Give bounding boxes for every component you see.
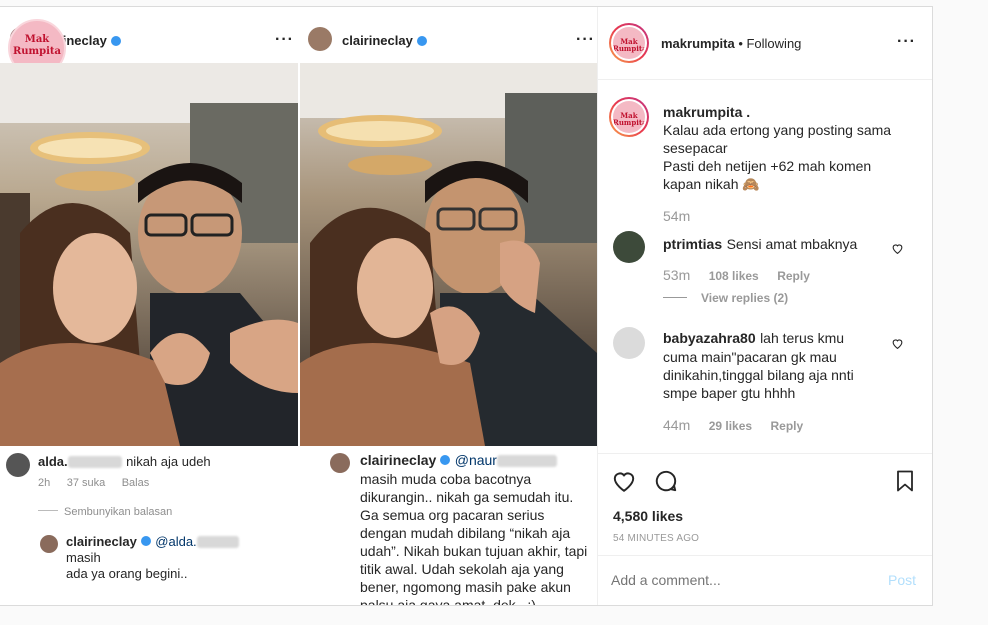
verified-icon (140, 535, 151, 546)
caption-avatar[interactable]: Mak Rumpita (609, 97, 649, 137)
caption: makrumpita . Kalau ada ertong yang posti… (663, 103, 913, 193)
alda-avatar (6, 453, 30, 477)
comment-alda-meta: 2h 37 suka Balas (38, 473, 149, 491)
comment-alda-user: alda. (38, 454, 68, 469)
hide-replies: Sembunyikan balasan (38, 502, 172, 520)
blurred-username (67, 455, 122, 468)
bookmark-icon[interactable] (893, 468, 917, 494)
post-comment-button[interactable]: Post (888, 572, 916, 588)
caption-line-2: sesepacar (663, 140, 728, 156)
comment-alda-text: nikah aja udeh (126, 454, 211, 469)
verified-icon (110, 35, 121, 46)
post-sidebar: Mak Rumpita makrumpita • Following ··· Ma… (597, 7, 932, 605)
comment-text-line: smpe baper gtu hhhh (663, 385, 796, 401)
clairineclay-reply-avatar (40, 535, 58, 553)
view-replies[interactable]: View replies (2) (663, 289, 788, 307)
comment-like-heart-icon[interactable] (891, 337, 904, 350)
add-comment-bar: Post (597, 555, 932, 606)
caption-line-4: kapan nikah 🙈 (663, 176, 760, 192)
mak-rumpita-logo: Mak Rumpita (613, 27, 645, 59)
blurred-username (196, 535, 239, 548)
comment-text-line: dinikahin,tinggal bilang aja nnti (663, 367, 854, 383)
header-separator: • (734, 36, 747, 51)
caption-time: 54m (663, 208, 691, 224)
right-couple-photo (300, 63, 597, 446)
following-button[interactable]: Following (746, 36, 801, 51)
comment-babyazahra80-meta: 44m 29 likes Reply (663, 417, 803, 435)
post-image: clairineclay ··· Mak Rumpita alda. nikah… (0, 7, 598, 605)
comment-babyazahra80-user[interactable]: babyazahra80 (663, 330, 756, 346)
left-couple-photo (0, 63, 298, 446)
more-options-icon[interactable]: ··· (897, 33, 916, 51)
comment-babyazahra80: babyazahra80 lah terus kmu cuma main"pac… (663, 329, 893, 402)
comment-time: 44m (663, 417, 691, 433)
verified-icon (440, 454, 451, 465)
likes-count[interactable]: 4,580 likes (613, 508, 683, 524)
makrumpita-avatar[interactable]: Mak Rumpita (609, 23, 649, 63)
blurred-username (496, 454, 557, 467)
header-username[interactable]: makrumpita (661, 36, 735, 51)
instagram-post-card: clairineclay ··· Mak Rumpita alda. nikah… (0, 6, 933, 606)
comment-clairineclay-long: clairineclay @naur masih muda coba bacot… (360, 452, 588, 605)
comment-time: 53m (663, 267, 691, 283)
comment-likes[interactable]: 29 likes (709, 419, 752, 433)
comment-reply: Balas (121, 477, 150, 489)
right-shot-username: clairineclay (342, 33, 427, 48)
verified-icon (416, 35, 427, 46)
add-comment-input[interactable] (611, 570, 861, 590)
comment-alda: alda. nikah aja udeh (38, 453, 296, 471)
clairineclay-comment-avatar (330, 453, 350, 473)
post-header: Mak Rumpita makrumpita • Following ··· (597, 7, 932, 80)
comment-text-line: cuma main"pacaran gk mau (663, 349, 837, 365)
left-screenshot: clairineclay ··· Mak Rumpita alda. nikah… (0, 7, 298, 605)
comment-reply-button[interactable]: Reply (771, 419, 804, 433)
right-shot-header: clairineclay ··· (300, 7, 597, 63)
comment-likes: 37 suka (66, 477, 106, 489)
caption-line-1: Kalau ada ertong yang posting sama (663, 122, 892, 138)
like-heart-icon[interactable] (611, 468, 637, 494)
comment-time: 2h (38, 477, 51, 489)
comment-like-heart-icon[interactable] (891, 242, 904, 255)
left-shot-header: clairineclay ··· Mak Rumpita (0, 7, 298, 77)
comment-likes[interactable]: 108 likes (709, 269, 759, 283)
comment-ptrimtias: ptrimtias Sensi amat mbaknya (663, 235, 893, 254)
more-options-icon: ··· (576, 31, 595, 48)
caption-username[interactable]: makrumpita . (663, 103, 913, 121)
comment-ptrimtias-text: Sensi amat mbaknya (726, 236, 858, 252)
header-user-line: makrumpita • Following (661, 35, 801, 53)
more-options-icon: ··· (275, 31, 294, 48)
mak-rumpita-logo: Mak Rumpita (613, 101, 645, 133)
posted-time: 54 MINUTES AGO (613, 533, 700, 544)
comment-ptrimtias-user[interactable]: ptrimtias (663, 236, 722, 252)
comment-text-line: lah terus kmu (760, 330, 845, 346)
comment-bubble-icon[interactable] (653, 468, 679, 494)
babyazahra80-avatar[interactable] (613, 327, 645, 359)
caption-line-3: Pasti deh netijen +62 mah komen (663, 158, 872, 174)
reply-clairineclay: clairineclay @alda. masih ada ya orang b… (66, 534, 276, 582)
comment-reply-button[interactable]: Reply (777, 269, 810, 283)
right-screenshot: clairineclay ··· clairineclay @naur masi… (300, 7, 597, 605)
clairineclay-avatar (308, 27, 332, 51)
comment-ptrimtias-meta: 53m 108 likes Reply (663, 267, 810, 285)
ptrimtias-avatar[interactable] (613, 231, 645, 263)
